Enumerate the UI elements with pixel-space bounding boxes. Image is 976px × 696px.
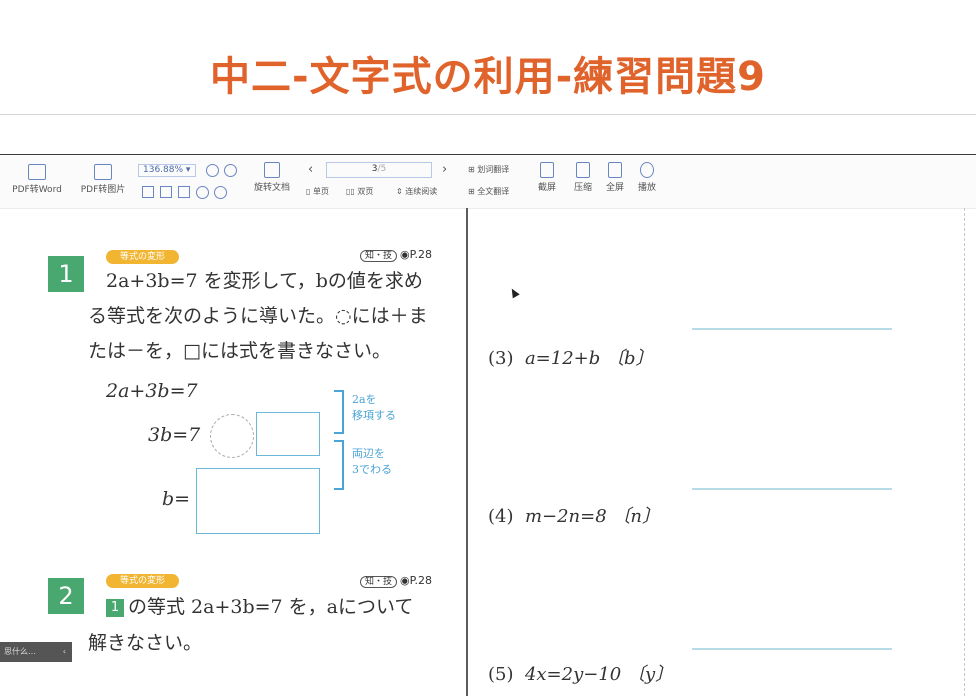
question-5-label: (5)	[488, 664, 514, 685]
pdf-toolbar: PDF转Word PDF转图片 136.88% ▾ 旋转文档 ‹ 3/5 › ▯…	[0, 156, 976, 209]
question-3: (3) a=12+b 〔b〕	[488, 344, 654, 370]
word-translate-button[interactable]: ⊞ 划词翻译	[468, 164, 509, 175]
question-4-label: (4)	[488, 506, 514, 527]
pdf-to-word-button[interactable]: PDF转Word	[8, 164, 66, 195]
question-4-text: m−2n=8 〔n〕	[524, 506, 660, 527]
single-page-button[interactable]: ▯ 单页	[306, 186, 329, 197]
zoom-in-icon[interactable]	[224, 164, 237, 177]
ref-page-2: P.28	[409, 574, 433, 587]
rotate-doc-button[interactable]: 旋转文档	[252, 162, 292, 193]
answer-line-4	[692, 488, 892, 490]
play-label: 播放	[637, 183, 656, 193]
floating-assistant-button[interactable]: 思什么… ‹	[0, 642, 72, 662]
equation-2: 3b=7	[148, 424, 201, 446]
problem-2-line-1: 1 の等式 2a+3b=7 を，aについて	[106, 592, 413, 619]
problem-2-line-2: 解きなさい。	[88, 632, 203, 654]
actual-size-icon[interactable]	[178, 186, 190, 198]
problem-1-line-2: る等式を次のように導いた。◌には＋ま	[88, 305, 428, 327]
full-translate-button[interactable]: ⊞ 全文翻译	[468, 186, 509, 197]
note-transpose: 2aを移項する	[352, 392, 396, 424]
next-page-icon[interactable]: ›	[442, 162, 447, 177]
transpose-bracket	[334, 390, 344, 434]
viewer-top-border	[0, 154, 976, 155]
screenshot-label: 截屏	[537, 183, 556, 193]
prev-page-icon[interactable]: ‹	[308, 162, 313, 177]
word-translate-label: 划词翻译	[477, 165, 510, 174]
problem-1-ref: 知・技 ◉P.28	[360, 248, 433, 262]
question-5: (5) 4x=2y−10 〔y〕	[488, 660, 673, 686]
problem-1-tag: 等式の変形	[106, 250, 180, 264]
double-page-button[interactable]: ▯▯ 双页	[346, 186, 373, 197]
zoom-select[interactable]: 136.88% ▾	[138, 164, 196, 177]
image-icon	[94, 164, 112, 180]
problem-1-line-1: 2a+3b=7 を変形して，bの値を求め	[106, 270, 423, 292]
book-icon-2: ◉	[400, 574, 410, 587]
fullscreen-label: 全屏	[605, 183, 624, 193]
note-divide-line-2: 3でわる	[352, 463, 392, 476]
rotate-doc-icon	[264, 162, 280, 178]
question-4: (4) m−2n=8 〔n〕	[488, 502, 660, 528]
word-icon	[28, 164, 46, 180]
divide-bracket	[334, 440, 344, 490]
compress-button[interactable]: 压缩	[568, 162, 598, 193]
page-column-divider	[466, 208, 468, 696]
question-3-text: a=12+b 〔b〕	[524, 348, 654, 369]
fullscreen-icon	[608, 162, 622, 178]
problem-2-number: 2	[48, 578, 84, 614]
problem-2-ref: 知・技 ◉P.28	[360, 574, 433, 588]
pdf-to-image-button[interactable]: PDF转图片	[78, 164, 128, 195]
problem-2-ref-badge: 1	[106, 599, 124, 617]
answer-line-3	[692, 328, 892, 330]
note-divide: 両辺を 3でわる	[352, 446, 392, 478]
note-transpose-line-2: 移項する	[352, 409, 396, 422]
rotate-left-icon[interactable]	[196, 186, 209, 199]
fit-width-icon[interactable]	[160, 186, 172, 198]
book-icon: ◉	[400, 248, 410, 261]
floating-assistant-label: 思什么…	[4, 647, 36, 656]
note-divide-line-1: 両辺を	[352, 447, 385, 460]
answer-box-2[interactable]	[196, 468, 320, 534]
compress-label: 压缩	[573, 183, 592, 193]
play-icon	[640, 162, 654, 178]
answer-box-1[interactable]	[256, 412, 320, 456]
collapse-chevron-icon: ‹	[62, 647, 66, 656]
equation-1: 2a+3b=7	[106, 380, 198, 402]
mouse-cursor-icon	[508, 286, 520, 299]
page-number-input[interactable]: 3/5	[326, 162, 432, 178]
screenshot-button[interactable]: 截屏	[532, 162, 562, 193]
rotate-doc-label: 旋转文档	[253, 183, 290, 193]
ref-page: P.28	[409, 248, 433, 261]
answer-line-5	[692, 648, 892, 650]
continuous-read-button[interactable]: ⇕ 连续阅读	[396, 186, 437, 197]
page-total: /5	[377, 164, 387, 174]
pdf-to-word-label: PDF转Word	[12, 185, 62, 195]
continuous-label: 连续阅读	[405, 187, 438, 196]
single-page-label: 单页	[312, 187, 329, 196]
problem-1-number: 1	[48, 256, 84, 292]
zoom-value: 136.88%	[143, 165, 184, 175]
ref-badge: 知・技	[360, 250, 398, 262]
ref-badge-2: 知・技	[360, 576, 398, 588]
fit-page-icon[interactable]	[142, 186, 154, 198]
page-title: 中二-文字式の利用-練習問題9	[209, 54, 767, 100]
equation-3: b=	[162, 488, 191, 510]
problem-2-line-1-text: の等式 2a+3b=7 を，aについて	[128, 596, 414, 618]
page-edge	[964, 208, 966, 696]
rotate-right-icon[interactable]	[214, 186, 227, 199]
fullscreen-button[interactable]: 全屏	[600, 162, 630, 193]
question-3-label: (3)	[488, 348, 514, 369]
title-divider	[0, 114, 976, 115]
play-button[interactable]: 播放	[632, 162, 662, 193]
full-translate-label: 全文翻译	[477, 187, 510, 196]
compress-icon	[576, 162, 590, 178]
pdf-to-image-label: PDF转图片	[80, 185, 126, 195]
problem-1-line-3: たは－を，□には式を書きなさい。	[88, 340, 391, 362]
note-transpose-line-1: 2aを	[352, 393, 377, 406]
question-5-text: 4x=2y−10 〔y〕	[524, 664, 674, 685]
sign-blank-circle[interactable]	[210, 414, 254, 458]
screenshot-icon	[540, 162, 554, 178]
zoom-out-icon[interactable]	[206, 164, 219, 177]
problem-2-tag: 等式の変形	[106, 574, 180, 588]
double-page-label: 双页	[357, 187, 374, 196]
